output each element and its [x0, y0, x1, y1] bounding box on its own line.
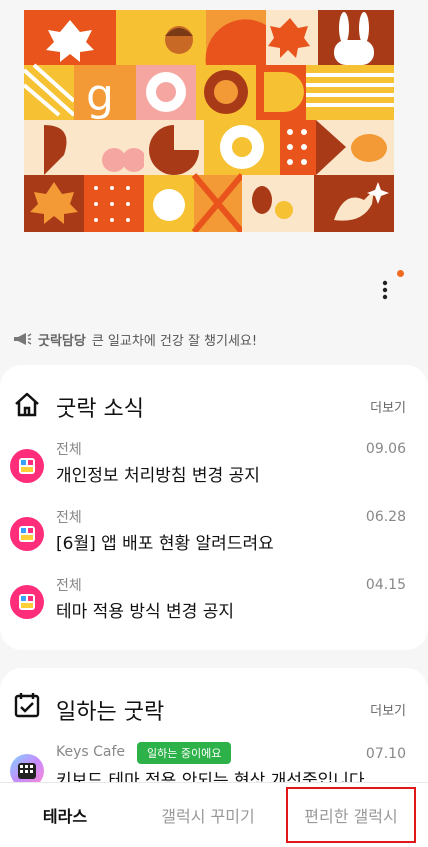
notice-message: 큰 일교차에 건강 잘 챙기세요! — [91, 333, 258, 349]
news-item-title: 테마 적용 방식 변경 공지 — [56, 602, 235, 622]
good-lock-app-icon — [10, 585, 44, 619]
megaphone-icon — [14, 333, 32, 345]
notice-author: 굿락담당 — [38, 333, 86, 349]
work-item-date: 07.10 — [365, 746, 406, 762]
more-options-icon[interactable] — [370, 272, 400, 306]
news-item-category: 전체 — [56, 510, 82, 526]
status-badge: 일하는 중이에요 — [137, 742, 232, 764]
svg-text:g: g — [86, 70, 114, 121]
notice-banner[interactable]: 굿락담당 큰 일교차에 건강 잘 챙기세요! — [12, 328, 257, 350]
news-section-title: 굿락 소식 — [56, 397, 144, 422]
news-item-category: 전체 — [56, 442, 82, 458]
home-icon — [15, 392, 39, 417]
news-item-title: 개인정보 처리방침 변경 공지 — [56, 466, 260, 486]
tab-galaxy-customize[interactable]: 갤럭시 꾸미기 — [138, 783, 278, 847]
hero-banner: g — [0, 0, 428, 250]
work-section-title: 일하는 굿락 — [56, 700, 165, 725]
tab-terrace[interactable]: 테라스 — [0, 783, 130, 847]
news-card: 굿락 소식 더보기 전체 개인정보 처리방침 변경 공지 09.06 전체 [6… — [0, 365, 428, 650]
news-item-date: 06.28 — [365, 509, 406, 525]
news-item-date: 04.15 — [365, 577, 406, 593]
calendar-check-icon — [14, 693, 40, 718]
bottom-navigation: 테라스 갤럭시 꾸미기 편리한 갤럭시 — [0, 782, 428, 847]
work-item-category: Keys Cafe — [56, 744, 126, 760]
work-card: 일하는 굿락 더보기 Keys Cafe 일하는 중이에요 키보드 테마 적용 … — [0, 668, 428, 798]
news-list-item[interactable]: 전체 [6월] 앱 배포 현황 알려드려요 06.28 — [0, 507, 428, 567]
news-item-title: [6월] 앱 배포 현황 알려드려요 — [56, 534, 274, 554]
good-lock-app-icon — [10, 449, 44, 483]
news-list-item[interactable]: 전체 테마 적용 방식 변경 공지 04.15 — [0, 575, 428, 635]
news-item-category: 전체 — [56, 578, 82, 594]
news-more-link[interactable]: 더보기 — [370, 397, 406, 416]
good-lock-autumn-illustration: g — [24, 10, 394, 232]
good-lock-app-icon — [10, 517, 44, 551]
tab-convenient-galaxy[interactable]: 편리한 갤럭시 — [282, 783, 420, 847]
work-more-link[interactable]: 더보기 — [370, 700, 406, 719]
news-list-item[interactable]: 전체 개인정보 처리방침 변경 공지 09.06 — [0, 439, 428, 499]
news-item-date: 09.06 — [365, 441, 406, 457]
